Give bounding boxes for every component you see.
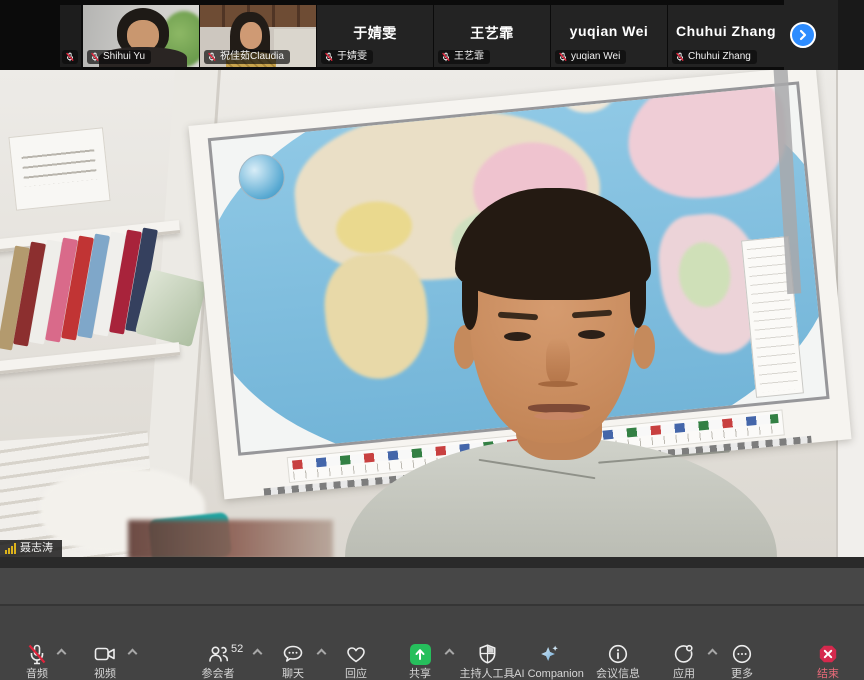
chat-button[interactable]: 聊天 (282, 643, 304, 680)
participant-name-pill: yuqian Wei (555, 50, 626, 64)
participant-count: 52 (231, 644, 243, 655)
participant-name: 王艺霏 (454, 52, 484, 62)
mic-muted-icon (90, 52, 100, 62)
shield-icon (476, 643, 498, 665)
share-label: 共享 (409, 669, 431, 680)
zoom-meeting-window: Shihui Yu 祝佳茹Claudia 于婧雯 于婧雯 王艺霏 (0, 0, 864, 680)
audio-button[interactable]: 音频 (26, 643, 48, 680)
active-speaker-label: 聂志涛 (0, 540, 62, 557)
chat-icon (282, 643, 304, 665)
participants-icon: 52 (207, 643, 229, 665)
share-screen-button[interactable]: 共享 (409, 643, 431, 680)
participant-display-name: 于婧雯 (317, 23, 433, 43)
apps-icon (673, 643, 695, 665)
participants-button[interactable]: 52 参会者 (202, 643, 235, 680)
file-box-decor (8, 127, 110, 211)
reactions-label: 回应 (345, 669, 367, 680)
shelf-object (128, 520, 333, 557)
ai-companion-button[interactable]: AI Companion (514, 643, 584, 680)
more-button[interactable]: 更多 (731, 643, 753, 680)
main-video-feed[interactable]: 聂志涛 (0, 70, 864, 557)
filmstrip-right-edge (838, 0, 864, 70)
chat-label: 聊天 (282, 669, 304, 680)
heart-icon (345, 643, 367, 665)
end-call-icon (817, 643, 839, 665)
mic-muted-icon (324, 52, 334, 62)
participant-name-pill: Chuhui Zhang (672, 50, 757, 64)
apps-label: 应用 (673, 669, 695, 680)
sparkle-icon (538, 643, 560, 665)
more-label: 更多 (731, 669, 753, 680)
mic-muted-icon (675, 52, 685, 62)
participant-tile-yuqian-wei[interactable]: yuqian Wei yuqian Wei (551, 5, 667, 67)
muted-mic-badge (62, 50, 78, 64)
participant-name: 于婧雯 (337, 52, 367, 62)
participant-tile-shihui-yu[interactable]: Shihui Yu (83, 5, 199, 67)
participant-name: Chuhui Zhang (688, 52, 751, 62)
apps-button[interactable]: 应用 (673, 643, 695, 680)
meeting-info-label: 会议信息 (596, 669, 640, 680)
participant-tile-chuhui-zhang[interactable]: Chuhui Zhang Chuhui Zhang (668, 5, 784, 67)
mic-muted-icon (558, 52, 568, 62)
audio-level-icon (5, 543, 16, 554)
reactions-button[interactable]: 回应 (345, 643, 367, 680)
audio-label: 音频 (26, 669, 48, 680)
video-label: 视频 (94, 669, 116, 680)
participant-name-pill: Shihui Yu (87, 50, 151, 64)
meeting-info-button[interactable]: 会议信息 (596, 643, 640, 680)
participants-label: 参会者 (202, 669, 235, 680)
participants-filmstrip: Shihui Yu 祝佳茹Claudia 于婧雯 于婧雯 王艺霏 (0, 0, 864, 70)
host-tools-label: 主持人工具 (460, 669, 515, 680)
participant-name: Shihui Yu (103, 52, 145, 62)
participant-tile-yujingwen[interactable]: 于婧雯 于婧雯 (317, 5, 433, 67)
end-meeting-button[interactable]: 结束 (817, 643, 839, 680)
host-tools-button[interactable]: 主持人工具 (460, 643, 515, 680)
participant-display-name: yuqian Wei (551, 23, 667, 39)
end-label: 结束 (817, 669, 839, 680)
next-participants-button[interactable] (790, 22, 816, 48)
participant-tile-claudia[interactable]: 祝佳茹Claudia (200, 5, 316, 67)
participant-name: 祝佳茹Claudia (220, 52, 284, 62)
ai-companion-label: AI Companion (514, 669, 584, 680)
camera-icon (94, 643, 116, 665)
mic-muted-icon (207, 52, 217, 62)
active-speaker-name: 聂志涛 (20, 543, 53, 554)
share-screen-icon (409, 643, 431, 665)
participant-tile-wangyifei[interactable]: 王艺霏 王艺霏 (434, 5, 550, 67)
partial-participant-tile[interactable] (60, 5, 81, 67)
curtain-decor (836, 70, 864, 557)
continent-north-america (622, 81, 792, 205)
participant-name-pill: 于婧雯 (321, 50, 373, 64)
participant-display-name: Chuhui Zhang (668, 23, 784, 39)
panel-empty-area (0, 568, 864, 604)
participant-display-name: 王艺霏 (434, 23, 550, 43)
mic-muted-icon (26, 643, 48, 665)
panel-divider-strip (0, 557, 864, 568)
participant-name-pill: 王艺霏 (438, 50, 490, 64)
mic-muted-icon (441, 52, 451, 62)
chevron-right-icon (797, 29, 809, 41)
video-button[interactable]: 视频 (94, 643, 116, 680)
participant-name: yuqian Wei (571, 52, 620, 62)
participant-name-pill: 祝佳茹Claudia (204, 50, 290, 64)
more-icon (731, 643, 753, 665)
info-icon (607, 643, 629, 665)
greenland (557, 81, 618, 115)
mic-muted-icon (65, 52, 75, 62)
